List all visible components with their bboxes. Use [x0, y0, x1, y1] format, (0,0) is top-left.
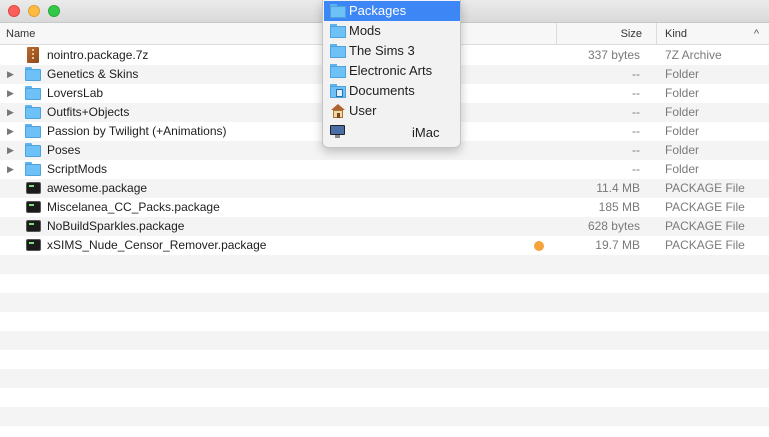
file-kind: Folder	[665, 124, 700, 138]
folder-icon	[330, 24, 346, 38]
folder-icon	[25, 162, 41, 177]
file-name: ScriptMods	[47, 162, 108, 176]
disclosure-triangle-icon[interactable]: ▶	[7, 160, 17, 179]
file-size: --	[632, 67, 640, 81]
folder-icon	[25, 124, 41, 139]
file-kind: Folder	[665, 162, 700, 176]
file-size: 337 bytes	[587, 48, 640, 62]
column-header-kind[interactable]: Kind ^	[656, 23, 769, 45]
file-row[interactable]: awesome.package 11.4 MB PACKAGE File	[0, 179, 769, 198]
file-size: --	[632, 105, 640, 119]
empty-row	[0, 407, 769, 426]
path-menu-item-packages[interactable]: Packages	[324, 1, 460, 21]
empty-row	[0, 388, 769, 407]
file-kind: PACKAGE File	[665, 219, 745, 233]
path-menu-item-label: User	[349, 103, 377, 118]
file-row[interactable]: Miscelanea_CC_Packs.package 185 MB PACKA…	[0, 198, 769, 217]
disclosure-triangle-icon[interactable]: ▶	[7, 141, 17, 160]
file-size: --	[632, 86, 640, 100]
file-kind: PACKAGE File	[665, 181, 745, 195]
archive-icon	[27, 47, 39, 63]
file-name: Genetics & Skins	[47, 67, 139, 81]
path-menu-item-documents[interactable]: Documents	[324, 81, 460, 101]
file-kind: Folder	[665, 67, 700, 81]
minimize-window-button[interactable]	[28, 5, 40, 17]
path-menu-item-label: Mods	[349, 23, 381, 38]
file-name: xSIMS_Nude_Censor_Remover.package	[47, 238, 267, 252]
file-size: --	[632, 124, 640, 138]
path-menu-item-the-sims-3[interactable]: The Sims 3	[324, 41, 460, 61]
terminal-icon	[26, 220, 41, 232]
file-kind: PACKAGE File	[665, 200, 745, 214]
folder-icon	[25, 86, 41, 101]
imac-icon	[330, 125, 345, 139]
folder-icon	[330, 44, 346, 58]
folder-icon	[330, 4, 346, 18]
file-size: 11.4 MB	[596, 181, 640, 195]
folder-icon	[25, 105, 41, 120]
file-name: LoversLab	[47, 86, 104, 100]
empty-row	[0, 312, 769, 331]
empty-row	[0, 426, 769, 437]
file-row[interactable]: xSIMS_Nude_Censor_Remover.package 19.7 M…	[0, 236, 769, 255]
path-menu-item-imac[interactable]: iMac	[324, 123, 460, 143]
disclosure-triangle-icon[interactable]: ▶	[7, 65, 17, 84]
file-name: awesome.package	[47, 181, 148, 195]
file-kind: Folder	[665, 143, 700, 157]
empty-row	[0, 274, 769, 293]
orange-tag-dot	[534, 241, 544, 251]
file-name: Outfits+Objects	[47, 105, 130, 119]
path-popup-menu: Packages Mods The Sims 3 Electronic Arts…	[322, 0, 461, 148]
folder-icon	[330, 64, 346, 78]
file-name: Miscelanea_CC_Packs.package	[47, 200, 220, 214]
file-kind: Folder	[665, 105, 700, 119]
sort-ascending-icon: ^	[753, 28, 759, 40]
empty-row	[0, 331, 769, 350]
file-kind: 7Z Archive	[665, 48, 722, 62]
file-kind: PACKAGE File	[665, 238, 745, 252]
file-size: 185 MB	[598, 200, 640, 214]
file-size: --	[632, 162, 640, 176]
home-icon	[330, 104, 346, 118]
file-name: Poses	[47, 143, 81, 157]
close-window-button[interactable]	[8, 5, 20, 17]
terminal-icon	[26, 182, 41, 194]
zoom-window-button[interactable]	[48, 5, 60, 17]
file-name: NoBuildSparkles.package	[47, 219, 185, 233]
empty-row	[0, 350, 769, 369]
column-header-name[interactable]: Name	[6, 23, 35, 45]
file-size: 628 bytes	[587, 219, 640, 233]
disclosure-triangle-icon[interactable]: ▶	[7, 84, 17, 103]
file-row[interactable]: NoBuildSparkles.package 628 bytes PACKAG…	[0, 217, 769, 236]
terminal-icon	[26, 201, 41, 213]
path-menu-item-user[interactable]: User	[324, 101, 460, 121]
path-menu-item-label: Electronic Arts	[349, 63, 433, 78]
file-name: Passion by Twilight (+Animations)	[47, 124, 227, 138]
path-menu-item-mods[interactable]: Mods	[324, 21, 460, 41]
column-header-kind-label: Kind	[665, 28, 688, 40]
empty-row	[0, 255, 769, 274]
column-header-size[interactable]: Size	[556, 23, 652, 45]
file-size: --	[632, 143, 640, 157]
path-menu-item-label: Packages	[349, 3, 407, 18]
file-size: 19.7 MB	[595, 238, 640, 252]
file-kind: Folder	[665, 86, 700, 100]
empty-row	[0, 369, 769, 388]
empty-row	[0, 293, 769, 312]
folder-icon	[25, 143, 41, 158]
path-menu-item-label: iMac	[412, 125, 440, 140]
file-name: nointro.package.7z	[47, 48, 149, 62]
documents-folder-icon	[330, 84, 346, 98]
folder-icon	[25, 67, 41, 82]
disclosure-triangle-icon[interactable]: ▶	[7, 103, 17, 122]
terminal-icon	[26, 239, 41, 251]
path-menu-item-label: The Sims 3	[349, 43, 415, 58]
path-menu-item-electronic-arts[interactable]: Electronic Arts	[324, 61, 460, 81]
path-menu-item-label: Documents	[349, 83, 415, 98]
folder-row[interactable]: ▶ ScriptMods -- Folder	[0, 160, 769, 179]
disclosure-triangle-icon[interactable]: ▶	[7, 122, 17, 141]
